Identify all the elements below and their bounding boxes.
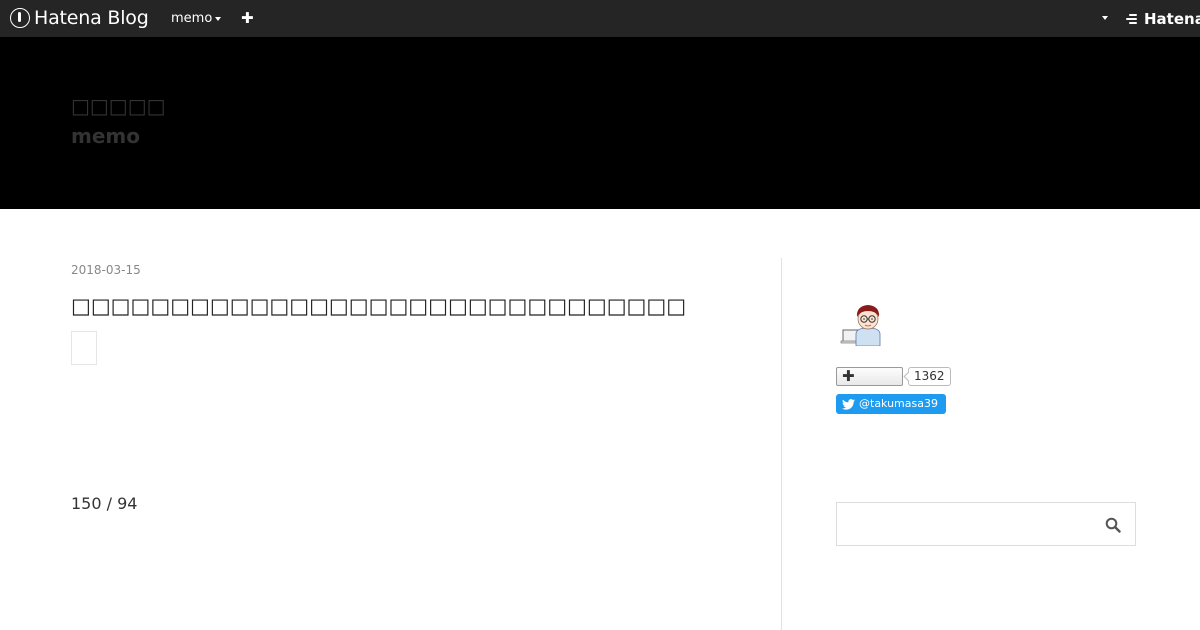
hatena-blog-logo[interactable]: Hatena Blog [10,8,149,28]
add-entry-button[interactable]: ✚ [241,9,254,27]
blog-title-line1: □□□□□ [71,94,166,118]
search-input[interactable] [837,503,1097,545]
plus-icon: ✚ [842,367,855,385]
hatena-blog-logo-icon [10,8,30,28]
subscribe-widget: ✚ 1362 [836,367,951,386]
subscribe-button[interactable]: ✚ [836,367,903,386]
twitter-follow-button[interactable]: @takumasa39 [836,394,946,414]
global-header: Hatena Blog memo ✚ Hatena [0,0,1200,37]
hatena-logo-text: Hatena [1144,10,1200,28]
search-icon[interactable] [1105,517,1121,533]
blog-title-line2: memo [71,124,140,148]
search-form [836,502,1136,546]
account-menu-chevron-icon[interactable] [1102,16,1108,20]
hatena-blog-logo-text: Hatena Blog [34,7,149,29]
blog-menu-label: memo [171,11,213,26]
twitter-handle: @takumasa39 [859,397,938,410]
entry-embed-placeholder [71,331,97,365]
chevron-down-icon [215,16,222,21]
blog-title[interactable]: □□□□□ memo [71,91,165,151]
blog-header: □□□□□ memo [0,37,1200,209]
entry-title[interactable]: □□□□□□□□□□□□□□□□□□□□□□□□□□□□□□□ [71,293,686,319]
subscriber-count: 1362 [908,367,951,386]
twitter-bird-icon [842,398,855,410]
blog-menu-button[interactable]: memo [171,11,222,26]
entry-counter: 150 / 94 [71,494,138,513]
hatena-mark-icon [1126,14,1140,24]
content-divider [781,258,782,630]
entry-date[interactable]: 2018-03-15 [71,263,141,277]
hatena-logo[interactable]: Hatena [1126,10,1200,28]
avatar[interactable] [840,300,884,346]
